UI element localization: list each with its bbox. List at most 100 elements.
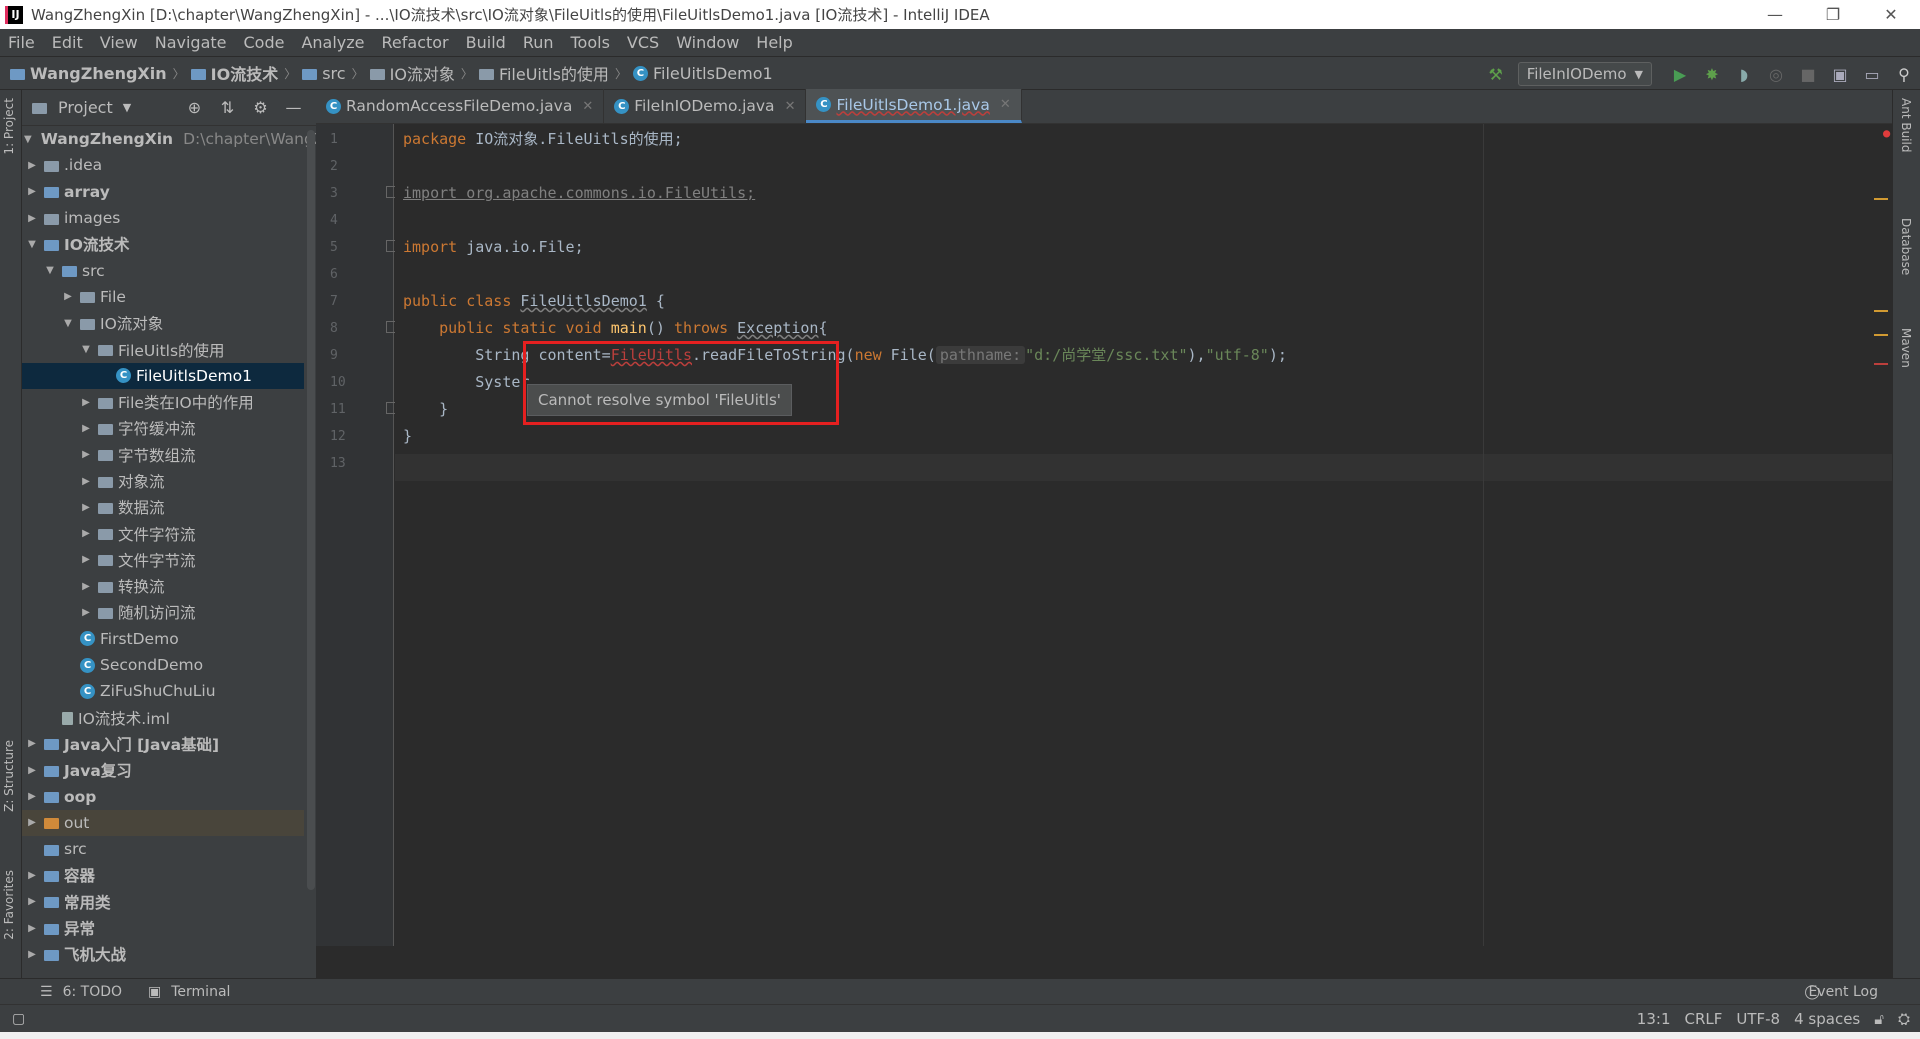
tab-randomaccessfiledemo[interactable]: C RandomAccessFileDemo.java ✕ [316,89,605,123]
menu-run[interactable]: Run [523,33,554,52]
tree-item[interactable]: ▶ 飞机大战 [22,941,304,967]
breadcrumb-class[interactable]: C FileUitlsDemo1 [632,64,773,83]
close-button[interactable]: ✕ [1862,0,1920,29]
search-icon[interactable]: ⚲ [1888,65,1920,84]
tab-fileiniodemo[interactable]: C FileInIODemo.java ✕ [604,89,807,123]
breadcrumb-module[interactable]: IO流技术〉 [190,61,296,85]
collapsed-arrow-icon[interactable]: ▶ [78,476,94,487]
expanded-arrow-icon[interactable]: ▼ [24,239,40,250]
tree-item[interactable]: src [22,836,304,862]
restore-button[interactable]: ❐ [1804,0,1862,29]
collapsed-arrow-icon[interactable]: ▶ [24,213,40,224]
minimize-button[interactable]: — [1746,0,1804,29]
tree-item[interactable]: ▶ 数据流 [22,494,304,520]
menu-window[interactable]: Window [676,33,739,52]
menu-edit[interactable]: Edit [52,33,83,52]
lock-icon[interactable]: 🔓︎ [1874,1010,1884,1028]
tab-project-tool[interactable]: 1: Project [2,98,16,155]
menu-refactor[interactable]: Refactor [382,33,449,52]
tab-maven[interactable]: Maven [1899,328,1913,368]
menu-tools[interactable]: Tools [571,33,610,52]
breadcrumb-package[interactable]: IO流对象〉 [369,61,473,85]
collapsed-arrow-icon[interactable]: ▶ [24,949,40,960]
tab-terminal[interactable]: Terminal [171,984,230,1000]
expanded-arrow-icon[interactable]: ▼ [24,134,32,145]
tree-scrollbar[interactable] [307,130,315,890]
tree-item[interactable]: ▼ src [22,257,304,283]
tree-item[interactable]: C ZiFuShuChuLiu [22,678,304,704]
collapsed-arrow-icon[interactable]: ▶ [78,607,94,618]
collapsed-arrow-icon[interactable]: ▶ [24,765,40,776]
debug-icon[interactable]: ✸ [1696,65,1728,84]
expanded-arrow-icon[interactable]: ▼ [60,318,76,329]
tree-item[interactable]: ▶ 容器 [22,862,304,888]
tab-favorites-tool[interactable]: 2: Favorites [2,870,16,940]
encoding-select[interactable]: UTF-8 [1736,1010,1780,1028]
collapsed-arrow-icon[interactable]: ▶ [24,923,40,934]
tree-item[interactable]: ▼ FileUitls的使用 [22,336,304,362]
tree-item[interactable]: ▶ out [22,809,304,837]
tree-item[interactable]: C SecondDemo [22,652,304,678]
collapsed-arrow-icon[interactable]: ▶ [78,423,94,434]
stop-icon[interactable]: ■ [1792,65,1824,84]
tree-item[interactable]: ▶ Java复习 [22,757,304,783]
caret-position[interactable]: 13:1 [1637,1010,1671,1028]
collapsed-arrow-icon[interactable]: ▶ [24,186,40,197]
tree-item[interactable]: IO流技术.iml [22,705,304,731]
code-editor[interactable]: package IO流对象.FileUitls的使用; import org.a… [395,124,1892,946]
menu-file[interactable]: File [8,33,35,52]
breadcrumb-src[interactable]: src 〉 [302,64,364,83]
menu-vcs[interactable]: VCS [627,33,659,52]
tree-item[interactable]: ▶ images [22,205,304,231]
tab-database[interactable]: Database [1899,218,1913,275]
hide-icon[interactable]: — [277,98,310,117]
collapsed-arrow-icon[interactable]: ▶ [24,738,40,749]
chevron-down-icon[interactable]: ▼ [123,101,131,114]
tree-item[interactable]: ▶ 异常 [22,915,304,941]
tree-item[interactable]: ▶ .idea [22,152,304,178]
warning-stripe-mark[interactable] [1874,334,1888,336]
tab-fileuitlsdemo1[interactable]: C FileUitlsDemo1.java ✕ [806,89,1022,123]
tree-item[interactable]: C FileUitlsDemo1 [22,362,304,389]
tab-todo[interactable]: 6: TODO [63,984,122,1000]
collapsed-arrow-icon[interactable]: ▶ [24,896,40,907]
collapsed-arrow-icon[interactable]: ▶ [78,554,94,565]
project-view-select[interactable]: Project [58,98,113,117]
menu-navigate[interactable]: Navigate [155,33,227,52]
error-indicator-icon[interactable]: ● [1883,126,1890,140]
collapsed-arrow-icon[interactable]: ▶ [78,581,94,592]
collapsed-arrow-icon[interactable]: ▶ [24,817,40,828]
tree-item[interactable]: ▼ WangZhengXin D:\chapter\WangZh [22,126,316,152]
tree-item[interactable]: ▶ 随机访问流 [22,599,304,625]
menu-build[interactable]: Build [466,33,506,52]
indent-select[interactable]: 4 spaces [1794,1010,1860,1028]
tree-item[interactable]: ▶ File类在IO中的作用 [22,389,304,415]
tree-item[interactable]: C FirstDemo [22,626,304,652]
line-separator-select[interactable]: CRLF [1684,1010,1722,1028]
tree-item[interactable]: ▶ 转换流 [22,573,304,599]
tree-item[interactable]: ▶ 文件字符流 [22,520,304,546]
error-stripe-mark[interactable] [1874,363,1888,365]
build-hammer-icon[interactable]: ⚒ [1480,65,1512,84]
tree-item[interactable]: ▼ IO流技术 [22,231,304,257]
tree-item[interactable]: ▶ array [22,179,304,205]
collapsed-arrow-icon[interactable]: ▶ [60,291,76,302]
close-icon[interactable]: ✕ [785,99,796,114]
collapsed-arrow-icon[interactable]: ▶ [78,502,94,513]
layout-icon[interactable]: ▭ [1856,65,1888,84]
warning-stripe-mark[interactable] [1874,310,1888,312]
collapsed-arrow-icon[interactable]: ▶ [24,870,40,881]
notifications-icon[interactable]: ⛭ [1898,1010,1910,1028]
tab-ant-build[interactable]: Ant Build [1899,98,1913,152]
expanded-arrow-icon[interactable]: ▼ [78,344,94,355]
panel-toggle-icon[interactable]: ▢ [12,1011,25,1027]
tree-item[interactable]: ▶ 常用类 [22,889,304,915]
close-icon[interactable]: ✕ [1000,97,1011,112]
collapsed-arrow-icon[interactable]: ▶ [24,160,40,171]
tab-event-log[interactable]: Event Log [1808,984,1878,1000]
warning-stripe-mark[interactable] [1874,198,1888,200]
menu-help[interactable]: Help [756,33,792,52]
menu-analyze[interactable]: Analyze [301,33,364,52]
gear-icon[interactable]: ⚙ [244,98,277,117]
tree-item[interactable]: ▶ 对象流 [22,468,304,494]
